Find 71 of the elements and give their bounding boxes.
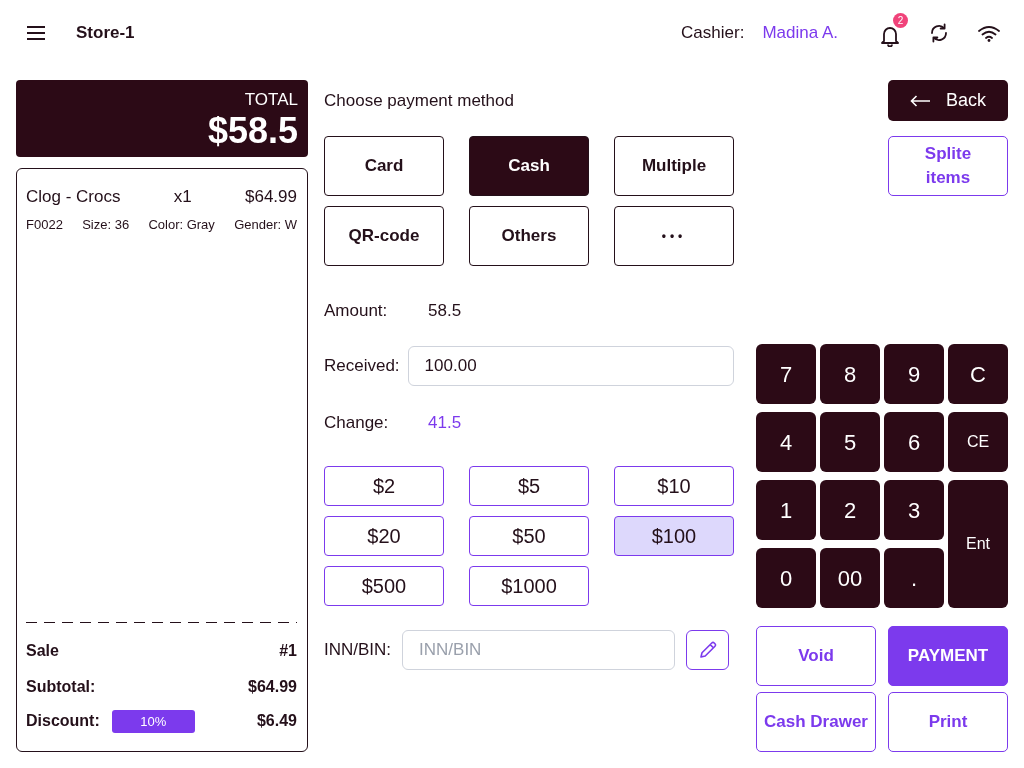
inn-bin-label: INN/BIN: [324,639,392,662]
payment-method-button[interactable]: Card [324,136,444,196]
sale-number: #1 [279,641,297,661]
cashier-label: Cashier: [681,22,745,45]
bell-icon[interactable] [880,24,900,47]
quick-amount-button[interactable]: $50 [469,516,589,556]
section-title: Choose payment method [324,89,514,112]
quick-amount-button[interactable]: $10 [614,466,734,506]
item-detail: Gender: W [234,216,297,234]
total-amount: $58.5 [206,110,298,152]
item-detail: F0022 [26,216,63,234]
back-button[interactable]: Back [888,80,1008,121]
item-detail: Size: 36 [82,216,130,234]
quick-amount-button[interactable]: $5 [469,466,589,506]
keypad-key[interactable]: 8 [820,344,880,404]
payment-method-button[interactable]: Others [469,206,589,266]
discount-badge: 10% [111,709,195,733]
sale-label: Sale [26,641,59,661]
edit-button[interactable] [686,630,730,670]
payment-method-button[interactable]: ••• [614,206,734,266]
item-name: Clog - Crocs [26,186,121,208]
keypad-key[interactable]: 6 [884,412,944,472]
keypad-key[interactable]: 1 [756,480,816,540]
wifi-icon [978,24,1000,42]
quick-amount-button[interactable]: $100 [614,516,734,556]
discount-value: $6.49 [256,711,297,731]
quick-amount-button[interactable]: $500 [324,566,444,606]
keypad-key[interactable]: 2 [820,480,880,540]
notification-badge: 2 [893,13,908,28]
action-button[interactable]: Cash Drawer [756,692,876,752]
action-button[interactable]: Print [888,692,1008,752]
amount-label: Amount: [324,300,389,323]
total-label: TOTAL [243,90,298,110]
keypad-key[interactable]: 3 [884,480,944,540]
item-detail: Color: Gray [148,216,215,234]
subtotal-value: $64.99 [248,677,297,697]
inn-bin-input[interactable]: INN/BIN [402,630,676,670]
keypad-key[interactable]: CE [948,412,1008,472]
received-input[interactable]: 100.00 [407,346,734,386]
action-button[interactable]: Void [756,626,876,686]
keypad-key[interactable]: 7 [756,344,816,404]
arrow-left-icon [910,94,930,107]
payment-method-button[interactable]: Multiple [614,136,734,196]
amount-value: 58.5 [428,300,462,323]
keypad-key[interactable]: 5 [820,412,880,472]
change-label: Change: [324,412,390,435]
item-price: $64.99 [245,186,297,208]
keypad-key[interactable]: 00 [820,548,880,608]
change-value: 41.5 [428,412,462,435]
keypad-key[interactable]: Ent [948,480,1008,608]
keypad-key[interactable]: 0 [756,548,816,608]
subtotal-label: Subtotal: [26,677,96,697]
action-button[interactable]: PAYMENT [888,626,1008,686]
quick-amount-button[interactable]: $2 [324,466,444,506]
pencil-icon [697,640,718,660]
quick-amount-button[interactable]: $20 [324,516,444,556]
keypad-key[interactable]: 9 [884,344,944,404]
keypad-key[interactable]: . [884,548,944,608]
cashier-name: Madina A. [762,22,838,45]
payment-method-button[interactable]: QR-code [324,206,444,266]
split-items-button[interactable]: Splite items [888,136,1008,196]
keypad-key[interactable]: C [948,344,1008,404]
keypad-key[interactable]: 4 [756,412,816,472]
received-label: Received: [324,355,400,378]
quick-amount-button[interactable]: $1000 [469,566,589,606]
sync-icon[interactable] [929,23,949,43]
store-name: Store-1 [76,22,135,45]
menu-icon[interactable] [27,26,45,40]
item-quantity: x1 [173,186,192,208]
payment-method-button[interactable]: Cash [469,136,589,196]
discount-label: Discount: [26,711,100,731]
